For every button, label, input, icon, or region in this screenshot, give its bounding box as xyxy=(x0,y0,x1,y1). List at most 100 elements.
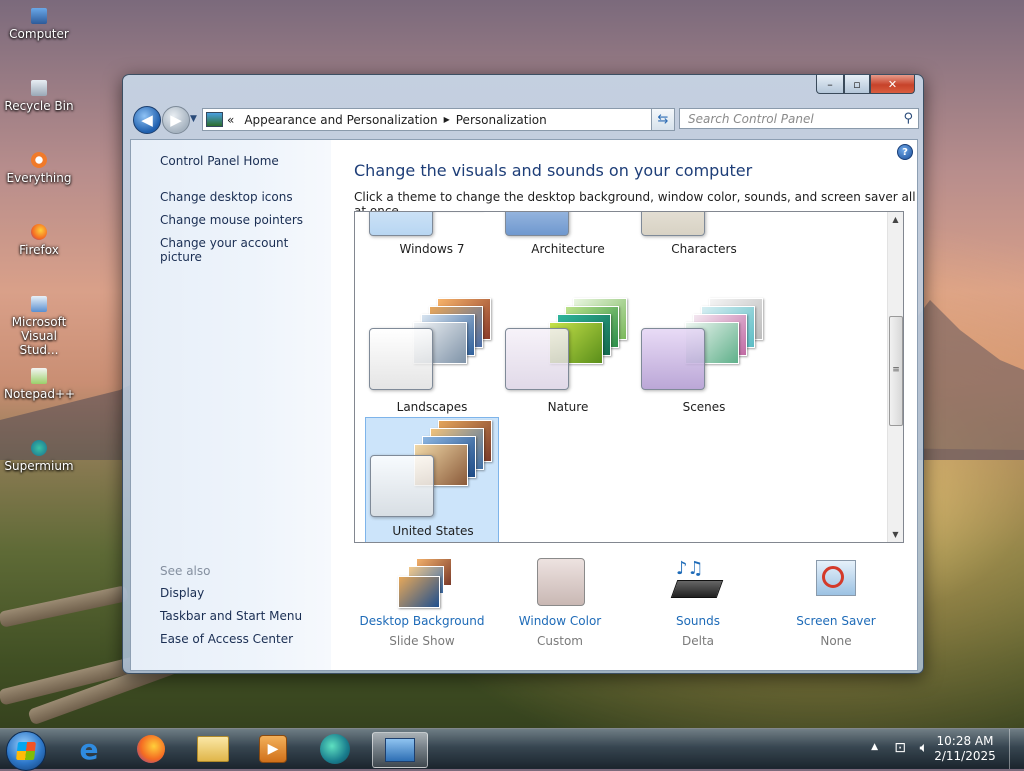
theme-label: Windows 7 xyxy=(399,242,465,256)
internet-explorer-icon: e xyxy=(79,732,99,766)
taskbar: e ▶ ▲ ⊡ 🔈︎ 10:28 AM 2/11/2025 xyxy=(0,728,1024,771)
desktop-icon-label: Everything xyxy=(6,171,72,185)
taskbar-file-explorer[interactable] xyxy=(188,732,238,766)
control-panel-icon xyxy=(206,112,223,127)
breadcrumb-prefix[interactable]: « xyxy=(227,113,234,127)
taskbar-start-menu-link[interactable]: Taskbar and Start Menu xyxy=(160,609,302,623)
show-hidden-icons-icon[interactable]: ▲ xyxy=(871,742,878,752)
control-panel-home-link[interactable]: Control Panel Home xyxy=(160,154,279,168)
clock-date: 2/11/2025 xyxy=(934,749,996,763)
taskbar-firefox[interactable] xyxy=(126,732,176,766)
theme-architecture[interactable]: Architecture xyxy=(501,212,635,264)
maximize-button[interactable]: ▫ xyxy=(844,75,870,94)
desktop-icon-everything[interactable]: Everything xyxy=(4,152,74,185)
breadcrumb-personalization[interactable]: Personalization xyxy=(456,113,547,127)
desktop-icon-firefox[interactable]: Firefox xyxy=(4,224,74,257)
left-task-pane: Control Panel Home Change desktop icons … xyxy=(131,140,331,670)
media-player-icon: ▶ xyxy=(259,735,287,763)
theme-windows-7[interactable]: Windows 7 xyxy=(365,212,499,264)
refresh-button[interactable]: ⇆ xyxy=(651,108,675,131)
window-color-setting[interactable]: Window Color Custom xyxy=(490,558,630,648)
search-icon[interactable]: ⚲ xyxy=(903,111,913,126)
scroll-thumb[interactable]: ≡ xyxy=(889,316,903,426)
show-desktop-button[interactable] xyxy=(1009,729,1024,769)
screen-saver-value: None xyxy=(820,634,852,648)
theme-label: United States xyxy=(392,524,474,538)
address-bar[interactable]: « Appearance and Personalization ▶ Perso… xyxy=(202,108,668,131)
scroll-up-icon[interactable]: ▲ xyxy=(888,212,903,227)
window-color-label[interactable]: Window Color xyxy=(490,614,630,628)
breadcrumb-separator-icon[interactable]: ▶ xyxy=(444,115,450,124)
desktop-icon-label: Microsoft Visual Stud... xyxy=(11,315,67,357)
change-account-picture-link[interactable]: Change your account picture xyxy=(160,236,331,264)
screen-saver-setting[interactable]: Screen Saver None xyxy=(766,558,906,648)
theme-landscapes[interactable]: Landscapes xyxy=(365,296,499,422)
desktop-icon-label: Supermium xyxy=(4,459,74,473)
help-icon[interactable]: ? xyxy=(897,144,913,160)
theme-label: Characters xyxy=(671,242,737,256)
taskbar-control-panel[interactable] xyxy=(372,732,428,768)
clock-time: 10:28 AM xyxy=(936,734,994,748)
visual-studio-icon xyxy=(31,296,47,312)
theme-characters[interactable]: Characters xyxy=(637,212,771,264)
taskbar-supermium[interactable] xyxy=(310,732,360,766)
display-link[interactable]: Display xyxy=(160,586,204,600)
taskbar-media-player[interactable]: ▶ xyxy=(248,732,298,766)
change-desktop-icons-link[interactable]: Change desktop icons xyxy=(160,190,293,204)
theme-nature[interactable]: Nature xyxy=(501,296,635,422)
window-color-value: Custom xyxy=(537,634,583,648)
file-explorer-icon xyxy=(197,736,229,762)
client-area: Control Panel Home Change desktop icons … xyxy=(130,139,918,671)
supermium-icon xyxy=(320,734,350,764)
see-also-heading: See also xyxy=(160,564,211,578)
notepad-plus-plus-icon xyxy=(31,368,47,384)
back-arrow-icon: ◀ xyxy=(141,111,153,129)
close-button[interactable]: ✕ xyxy=(870,75,915,94)
theme-label: Nature xyxy=(547,400,589,414)
taskbar-internet-explorer[interactable]: e xyxy=(64,732,114,766)
sounds-label[interactable]: Sounds xyxy=(628,614,768,628)
desktop-background-label[interactable]: Desktop Background xyxy=(352,614,492,628)
sounds-setting[interactable]: ♪♫ Sounds Delta xyxy=(628,558,768,648)
desktop-icon-supermium[interactable]: Supermium xyxy=(4,440,74,473)
desktop-icon-visual-studio[interactable]: Microsoft Visual Stud... xyxy=(4,296,74,357)
back-button[interactable]: ◀ xyxy=(133,106,161,134)
theme-united-states[interactable]: United States xyxy=(365,417,499,542)
desktop-icon-computer[interactable]: Computer xyxy=(4,8,74,41)
ease-of-access-link[interactable]: Ease of Access Center xyxy=(160,632,293,646)
change-mouse-pointers-link[interactable]: Change mouse pointers xyxy=(160,213,303,227)
desktop-background-setting[interactable]: Desktop Background Slide Show xyxy=(352,558,492,648)
page-title: Change the visuals and sounds on your co… xyxy=(354,161,753,180)
window-color-icon xyxy=(532,558,588,608)
theme-list-scrollbar[interactable]: ▲ ≡ ▼ xyxy=(887,212,903,542)
scroll-down-icon[interactable]: ▼ xyxy=(888,527,903,542)
clock[interactable]: 10:28 AM 2/11/2025 xyxy=(930,734,1000,764)
firefox-icon xyxy=(31,224,47,240)
theme-label: Landscapes xyxy=(396,400,468,414)
screen-saver-label[interactable]: Screen Saver xyxy=(766,614,906,628)
theme-scenes[interactable]: Scenes xyxy=(637,296,771,422)
supermium-icon xyxy=(31,440,47,456)
desktop-background-value: Slide Show xyxy=(389,634,455,648)
theme-list[interactable]: Windows 7 Architecture Characters Landsc… xyxy=(354,211,904,543)
recent-pages-dropdown[interactable]: ▼ xyxy=(190,114,197,124)
minimize-button[interactable]: – xyxy=(816,75,844,94)
navigation-bar: ◀ ▶ ▼ « Appearance and Personalization ▶… xyxy=(131,105,919,134)
sounds-value: Delta xyxy=(681,634,714,648)
breadcrumb-appearance[interactable]: Appearance and Personalization xyxy=(244,113,437,127)
firefox-icon xyxy=(137,735,165,763)
windows-logo-icon xyxy=(16,742,36,760)
start-button[interactable] xyxy=(6,731,46,771)
desktop-icon-recycle-bin[interactable]: Recycle Bin xyxy=(4,80,74,113)
search-input[interactable]: Search Control Panel xyxy=(688,112,814,126)
desktop-icon-label: Computer xyxy=(9,27,69,41)
desktop-icon-label: Notepad++ xyxy=(4,387,76,401)
volume-muted-icon[interactable]: 🔈︎ xyxy=(920,740,928,756)
search-box[interactable]: Search Control Panel ⚲ xyxy=(679,108,919,129)
sounds-icon: ♪♫ xyxy=(670,558,726,608)
desktop-icon-notepad-plus-plus[interactable]: Notepad++ xyxy=(4,368,76,401)
forward-arrow-icon: ▶ xyxy=(170,111,182,129)
network-icon[interactable]: ⊡ xyxy=(894,740,906,756)
theme-label: Architecture xyxy=(531,242,605,256)
forward-button[interactable]: ▶ xyxy=(162,106,190,134)
